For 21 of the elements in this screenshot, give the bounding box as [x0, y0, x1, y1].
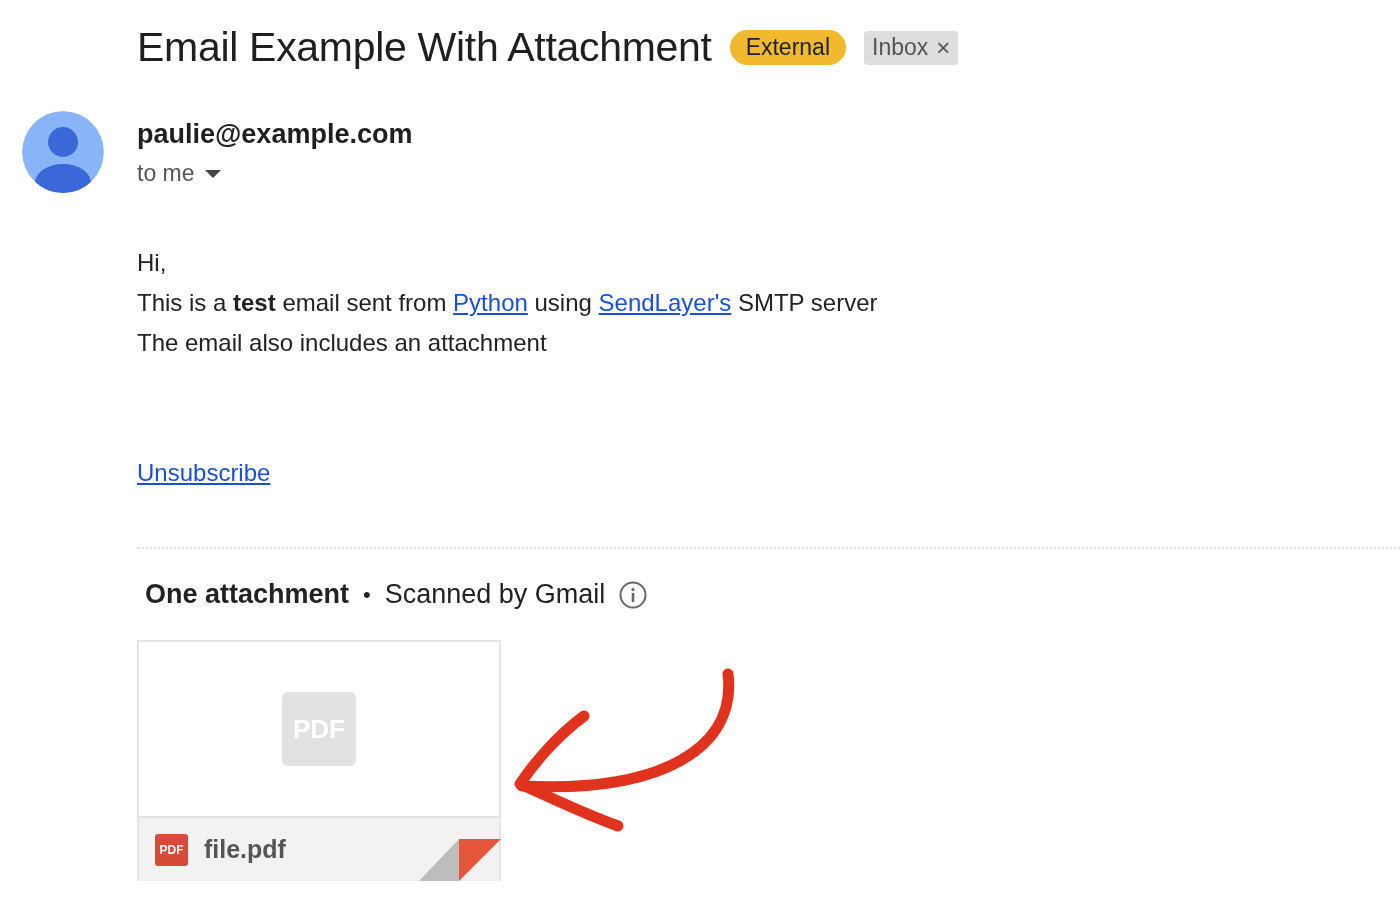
separator-dot: •: [363, 581, 371, 608]
remove-label-button[interactable]: ×: [936, 33, 951, 62]
attachments-title: One attachment: [145, 579, 350, 610]
scan-note: Scanned by Gmail: [384, 579, 606, 610]
email-subject: Email Example With Attachment: [137, 24, 712, 71]
link[interactable]: Python: [453, 289, 528, 316]
avatar-icon: [22, 111, 104, 193]
label-text: Inbox: [872, 34, 929, 61]
body-text: Hi,: [137, 248, 168, 278]
recipient-text: to me: [137, 160, 195, 187]
body-text: This is a test email sent from Python using SendLayer's SMTP server: [137, 288, 879, 318]
label-badge: External: [729, 30, 846, 65]
info-icon[interactable]: [619, 580, 648, 609]
body-text: The email also includes an attachment: [137, 328, 548, 358]
unsubscribe-link[interactable]: Unsubscribe: [137, 459, 271, 487]
pdf-file-icon: PDF: [155, 833, 188, 866]
folded-corner-icon: [419, 839, 501, 881]
file-name: file.pdf: [204, 835, 286, 864]
link[interactable]: SendLayer's: [598, 289, 732, 316]
dropdown-caret-icon[interactable]: [204, 169, 221, 178]
sender-address: paulie@example.com: [137, 119, 413, 150]
